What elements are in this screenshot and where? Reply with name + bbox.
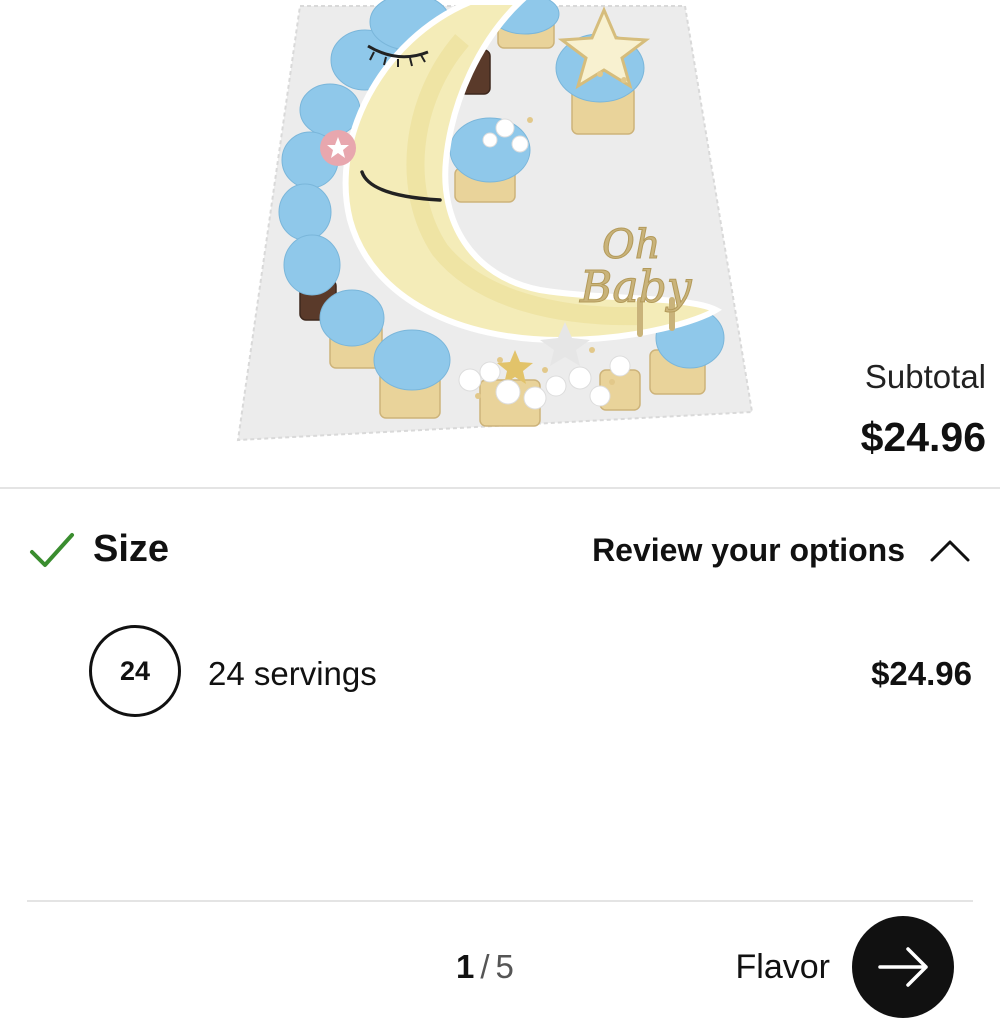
cupcake-cake-illustration: Oh Baby (236, 0, 754, 442)
option-badge: 24 (89, 625, 181, 717)
subtotal-label: Subtotal (864, 358, 986, 395)
product-image: Oh Baby (0, 0, 1000, 488)
next-step-button[interactable] (852, 916, 954, 1018)
divider (27, 900, 973, 902)
review-options-link[interactable]: Review your options (592, 532, 905, 569)
size-option-24-servings[interactable]: 24 24 servings $24.96 (0, 625, 1000, 725)
option-label: 24 servings (208, 655, 377, 692)
next-step-label: Flavor (735, 948, 830, 986)
subtotal-value: $24.96 (860, 414, 986, 460)
topper-baby: Baby (579, 262, 693, 313)
chevron-up-icon[interactable] (928, 534, 972, 564)
size-section-title: Size (93, 528, 170, 570)
pager-total: 5 (495, 948, 514, 985)
pager-current: 1 (456, 948, 475, 985)
step-pager: 1/5 (456, 948, 514, 986)
size-section-header: Size Review your options (0, 520, 1000, 584)
arrow-right-icon (878, 947, 928, 987)
check-icon (30, 533, 74, 567)
pager-separator: / (480, 948, 490, 985)
divider (0, 487, 1000, 489)
option-price: $24.96 (871, 655, 972, 692)
